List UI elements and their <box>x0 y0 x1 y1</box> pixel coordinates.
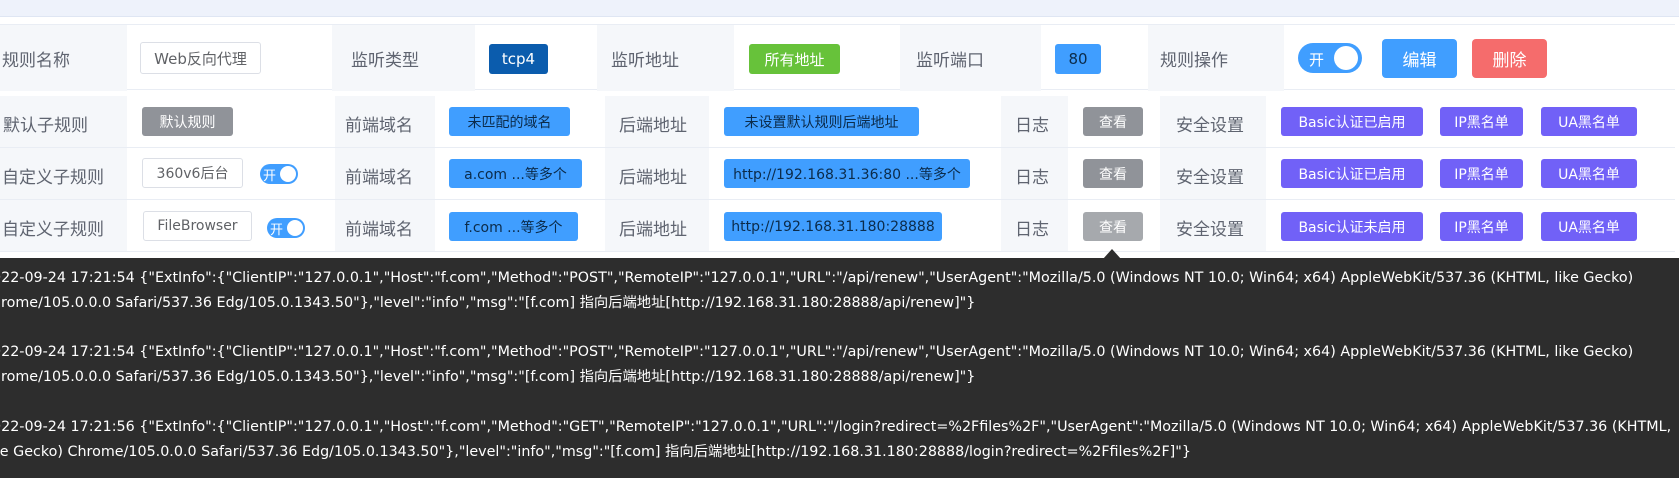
basic-auth-button[interactable]: Basic认证未启用 <box>1281 212 1423 241</box>
log-label: 日志 <box>1015 116 1049 136</box>
ua-blacklist-button[interactable]: UA黑名单 <box>1541 107 1637 136</box>
security-label: 安全设置 <box>1176 220 1244 240</box>
rule-ops-label: 规则操作 <box>1160 51 1228 71</box>
subrule-enable-toggle[interactable]: 开 <box>267 218 305 238</box>
log-label: 日志 <box>1015 168 1049 188</box>
log-entry-line: 022-09-24 17:21:54 {"ExtInfo":{"ClientIP… <box>0 344 1634 360</box>
subrule-name-tag: 默认规则 <box>142 107 233 136</box>
delete-button[interactable]: 删除 <box>1472 39 1547 78</box>
listen-addr-tag: 所有地址 <box>749 44 840 74</box>
toggle-on-label: 开 <box>263 169 277 184</box>
log-popover: 022-09-24 17:21:54 {"ExtInfo":{"ClientIP… <box>0 258 1679 478</box>
toggle-knob <box>287 220 303 236</box>
frontend-tag: 未匹配的域名 <box>449 107 570 136</box>
log-entry-line: ke Gecko) Chrome/105.0.0.0 Safari/537.36… <box>0 444 1191 460</box>
toggle-knob <box>1334 46 1358 70</box>
subrule-type-label: 自定义子规则 <box>2 220 104 240</box>
backend-label: 后端地址 <box>619 116 687 136</box>
toggle-knob <box>280 166 296 182</box>
listen-port-label: 监听端口 <box>916 51 984 71</box>
subrule-enable-toggle[interactable]: 开 <box>260 164 298 184</box>
log-entry-line: hrome/105.0.0.0 Safari/537.36 Edg/105.0.… <box>0 369 976 385</box>
toggle-on-label: 开 <box>270 223 284 238</box>
frontend-tag: f.com ...等多个 <box>449 212 578 241</box>
backend-label: 后端地址 <box>619 168 687 188</box>
subrule-row-1: 自定义子规则 360v6后台 开 前端域名 a.com ...等多个 后端地址 … <box>0 148 1675 200</box>
backend-label: 后端地址 <box>619 220 687 240</box>
subrule-row-0: 默认子规则 默认规则 前端域名 未匹配的域名 后端地址 未设置默认规则后端地址 … <box>0 96 1675 148</box>
listen-port-tag: 80 <box>1055 44 1101 74</box>
frontend-label: 前端域名 <box>345 116 413 136</box>
frontend-tag: a.com ...等多个 <box>449 159 582 188</box>
subrule-name-field[interactable]: 360v6后台 <box>142 158 243 188</box>
log-entry-line: hrome/105.0.0.0 Safari/537.36 Edg/105.0.… <box>0 295 976 311</box>
view-log-button[interactable]: 查看 <box>1083 212 1143 241</box>
subrule-row-2: 自定义子规则 FileBrowser 开 前端域名 f.com ...等多个 后… <box>0 200 1675 252</box>
log-label: 日志 <box>1015 220 1049 240</box>
view-log-button[interactable]: 查看 <box>1083 107 1143 136</box>
backend-tag: http://192.168.31.180:28888 <box>724 212 942 241</box>
subrule-type-label: 默认子规则 <box>3 116 88 136</box>
view-log-button[interactable]: 查看 <box>1083 159 1143 188</box>
rule-enable-toggle[interactable]: 开 <box>1298 43 1362 73</box>
basic-auth-button[interactable]: Basic认证已启用 <box>1281 107 1423 136</box>
backend-tag: http://192.168.31.36:80 ...等多个 <box>724 159 970 188</box>
edit-button[interactable]: 编辑 <box>1382 39 1457 78</box>
rule-name-label: 规则名称 <box>2 51 70 71</box>
log-entry-line: 022-09-24 17:21:54 {"ExtInfo":{"ClientIP… <box>0 270 1634 286</box>
ip-blacklist-button[interactable]: IP黑名单 <box>1440 212 1523 241</box>
top-band <box>0 0 1679 17</box>
listen-type-tag: tcp4 <box>489 44 548 74</box>
ua-blacklist-button[interactable]: UA黑名单 <box>1541 159 1637 188</box>
frontend-label: 前端域名 <box>345 168 413 188</box>
rule-header-row: 规则名称 Web反向代理 监听类型 tcp4 监听地址 所有地址 监听端口 80… <box>0 24 1675 91</box>
listen-type-label: 监听类型 <box>351 51 419 71</box>
ua-blacklist-button[interactable]: UA黑名单 <box>1541 212 1637 241</box>
backend-tag: 未设置默认规则后端地址 <box>724 107 919 136</box>
ip-blacklist-button[interactable]: IP黑名单 <box>1440 107 1523 136</box>
basic-auth-button[interactable]: Basic认证已启用 <box>1281 159 1423 188</box>
security-label: 安全设置 <box>1176 116 1244 136</box>
subrule-type-label: 自定义子规则 <box>2 168 104 188</box>
frontend-label: 前端域名 <box>345 220 413 240</box>
ip-blacklist-button[interactable]: IP黑名单 <box>1440 159 1523 188</box>
listen-addr-label: 监听地址 <box>611 51 679 71</box>
subrule-name-field[interactable]: FileBrowser <box>143 211 252 241</box>
security-label: 安全设置 <box>1176 168 1244 188</box>
toggle-on-label: 开 <box>1309 51 1325 69</box>
rule-name-field[interactable]: Web反向代理 <box>140 42 261 74</box>
log-entry-line: 022-09-24 17:21:56 {"ExtInfo":{"ClientIP… <box>0 419 1672 435</box>
